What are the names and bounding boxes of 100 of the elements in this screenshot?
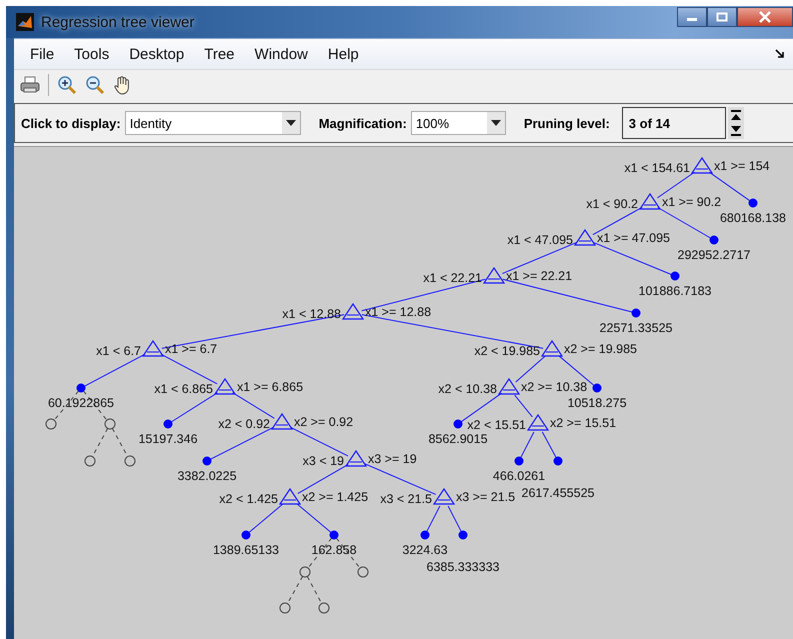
display-dropdown[interactable]: Identity: [124, 111, 301, 135]
split-label: x2 < 15.51: [467, 418, 526, 432]
leaf-value: 680168.138: [720, 211, 786, 225]
leaf-node[interactable]: [202, 456, 212, 466]
tree-edge: [448, 506, 462, 532]
split-label: x1 < 6.865: [154, 382, 213, 396]
branch-node[interactable]: [432, 488, 456, 505]
leaf-node[interactable]: [242, 530, 250, 540]
zoom-in-icon[interactable]: [57, 75, 77, 95]
branch-node[interactable]: [214, 378, 236, 395]
branch-node[interactable]: [540, 340, 564, 357]
magnification-dropdown[interactable]: 100%: [410, 111, 506, 135]
tree-edge: [297, 464, 349, 494]
leaf-node[interactable]: [748, 198, 758, 208]
spinner[interactable]: [728, 107, 744, 139]
branch-node[interactable]: [142, 340, 164, 357]
split-label: x2 >= 15.51: [550, 416, 616, 430]
printer-icon[interactable]: [20, 76, 40, 94]
leaf-value: 162.858: [311, 543, 357, 557]
tree-edge: [232, 392, 275, 419]
pruning-level-field[interactable]: 3 of 14: [622, 107, 726, 139]
branch-node[interactable]: [278, 488, 302, 505]
dock-arrow-icon[interactable]: [775, 49, 785, 59]
logo-icon: [16, 13, 34, 31]
leaf-node[interactable]: [458, 530, 468, 540]
leaf-node[interactable]: [330, 530, 338, 540]
split-label: x1 >= 6.865: [237, 380, 304, 394]
leaf-value: 22571.33525: [600, 321, 672, 335]
leaf-node[interactable]: [420, 530, 430, 540]
pruned-node[interactable]: [46, 418, 56, 430]
pruned-node[interactable]: [318, 602, 330, 614]
leaf-node[interactable]: [592, 384, 602, 392]
split-label: x1 < 22.21: [423, 271, 482, 285]
leaf-node[interactable]: [76, 384, 86, 392]
leaf-value: 3382.0225: [177, 469, 237, 483]
leaf-node[interactable]: [670, 272, 680, 280]
close-button[interactable]: [737, 7, 793, 27]
pruned-node[interactable]: [124, 456, 136, 466]
leaf-value: 6385.333333: [426, 560, 500, 574]
leaf-node[interactable]: [514, 456, 524, 466]
split-label: x1 >= 154: [714, 159, 770, 173]
pruning-level-label: Pruning level:: [524, 116, 610, 130]
tree-edge: [542, 431, 557, 458]
tree-edge: [84, 354, 146, 387]
branch-node[interactable]: [270, 412, 294, 430]
split-label: x2 < 10.38: [438, 382, 497, 396]
split-label: x2 >= 0.92: [294, 415, 354, 429]
leaf-node[interactable]: [164, 420, 172, 428]
pruned-node[interactable]: [104, 418, 116, 430]
split-label: x2 >= 19.985: [564, 342, 637, 356]
tree-edge: [290, 426, 348, 456]
close-icon: [758, 11, 772, 23]
split-label: x3 < 21.5: [380, 492, 432, 506]
minimize-button[interactable]: [677, 7, 707, 27]
tree-edge: [514, 394, 533, 418]
tree-edge: [210, 426, 274, 460]
pruned-node[interactable]: [84, 456, 96, 466]
branch-node[interactable]: [526, 414, 550, 431]
split-label: x1 < 6.7: [96, 344, 141, 358]
tree-edge: [170, 392, 218, 422]
split-label: x2 >= 1.425: [302, 490, 368, 504]
leaf-node[interactable]: [710, 236, 718, 244]
split-label: x1 >= 12.88: [365, 305, 432, 319]
branch-node[interactable]: [690, 156, 714, 174]
leaf-value: 466.0261: [492, 469, 546, 483]
menu-item[interactable]: Tools: [64, 46, 120, 62]
split-label: x2 < 1.425: [219, 492, 278, 506]
split-label: x2 < 19.985: [474, 344, 540, 358]
leaf-node[interactable]: [632, 308, 640, 318]
maximize-button[interactable]: [707, 7, 737, 27]
menu-item[interactable]: Help: [318, 46, 369, 62]
leaf-value: 2617.455525: [522, 486, 594, 500]
menu-item[interactable]: Window: [244, 46, 318, 62]
split-label: x1 < 154.61: [624, 161, 690, 175]
tree-edge: [248, 503, 284, 533]
window-title: Regression tree viewer: [41, 14, 194, 30]
menu-item[interactable]: Tree: [194, 46, 245, 62]
pruned-edge: [306, 576, 322, 604]
leaf-value: 1389.65133: [212, 543, 280, 557]
menu-item[interactable]: Desktop: [119, 46, 194, 62]
branch-node[interactable]: [574, 228, 596, 246]
tree-edge: [296, 503, 332, 533]
pruned-node[interactable]: [280, 602, 290, 614]
branch-node[interactable]: [342, 302, 364, 320]
menu-item[interactable]: File: [20, 46, 64, 62]
branch-node[interactable]: [344, 450, 368, 467]
branch-node[interactable]: [498, 378, 520, 395]
pruned-node[interactable]: [358, 566, 368, 578]
split-label: x1 >= 47.095: [597, 231, 670, 245]
split-label: x1 < 90.2: [586, 197, 638, 211]
branch-node[interactable]: [638, 192, 662, 210]
split-label: x2 < 0.92: [218, 417, 270, 431]
leaf-node[interactable]: [554, 456, 562, 466]
leaf-node[interactable]: [454, 420, 462, 428]
branch-node[interactable]: [482, 266, 506, 284]
tree-edge: [520, 432, 534, 458]
pruned-node[interactable]: [300, 566, 310, 578]
display-label: Click to display:: [21, 116, 121, 130]
zoom-out-icon[interactable]: [85, 75, 105, 95]
leaf-value: 10518.275: [567, 396, 627, 410]
